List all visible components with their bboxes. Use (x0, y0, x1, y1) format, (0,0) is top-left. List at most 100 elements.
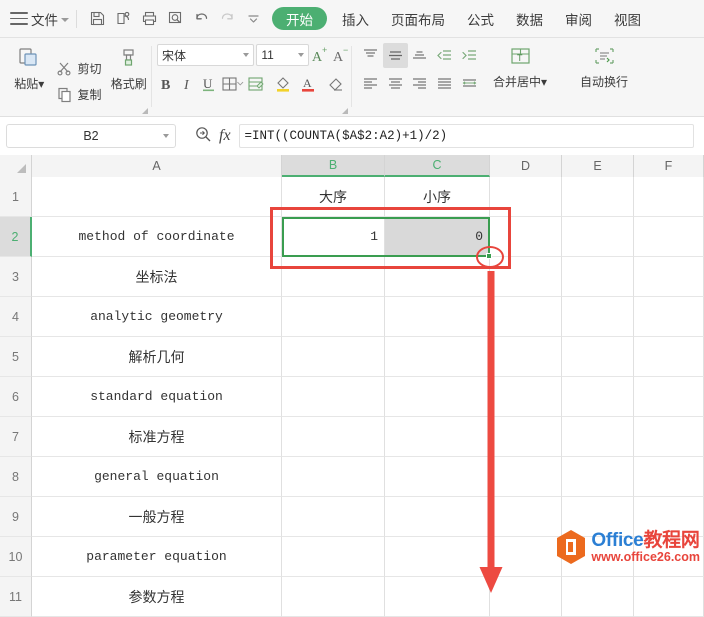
cell-F7[interactable] (634, 417, 704, 457)
search-formula-icon[interactable] (194, 125, 213, 147)
cell-F1[interactable] (634, 177, 704, 217)
cell-D5[interactable] (490, 337, 562, 377)
row-header-9[interactable]: 9 (0, 497, 32, 537)
cell-C5[interactable] (385, 337, 490, 377)
cell-A5[interactable]: 解析几何 (32, 337, 282, 377)
cell-A4[interactable]: analytic geometry (32, 297, 282, 337)
file-menu-button[interactable]: 文件 (31, 9, 58, 29)
print-icon[interactable] (136, 6, 162, 32)
distribute-button[interactable] (457, 71, 482, 96)
row-header-1[interactable]: 1 (0, 177, 32, 217)
cell-E7[interactable] (562, 417, 634, 457)
font-name-input[interactable]: 宋体 (157, 44, 255, 66)
file-menu-chevron-down-icon[interactable] (61, 17, 69, 22)
cell-style-button[interactable] (246, 72, 273, 97)
cell-B6[interactable] (282, 377, 385, 417)
name-box[interactable]: B2 (6, 124, 176, 148)
tab-review[interactable]: 审阅 (554, 6, 603, 32)
cell-E8[interactable] (562, 457, 634, 497)
font-size-input[interactable]: 11 (256, 44, 310, 66)
cell-F4[interactable] (634, 297, 704, 337)
cell-D2[interactable] (490, 217, 562, 257)
cell-F2[interactable] (634, 217, 704, 257)
tab-start[interactable]: 开始 (272, 7, 327, 30)
cell-E1[interactable] (562, 177, 634, 217)
shrink-font-icon[interactable]: A − (331, 43, 352, 68)
format-painter-button[interactable]: 格式刷 (106, 42, 152, 117)
cell-A1[interactable] (32, 177, 282, 217)
output-icon[interactable] (110, 6, 136, 32)
cell-C1[interactable]: 小序 (385, 177, 490, 217)
grow-font-icon[interactable]: A + (309, 43, 330, 68)
column-header-E[interactable]: E (562, 155, 634, 177)
cell-A2[interactable]: method of coordinate (32, 217, 282, 257)
tab-data[interactable]: 数据 (505, 6, 554, 32)
cell-E11[interactable] (562, 577, 634, 617)
cell-B4[interactable] (282, 297, 385, 337)
customize-chevron-icon[interactable] (240, 6, 266, 32)
cell-B11[interactable] (282, 577, 385, 617)
cell-F3[interactable] (634, 257, 704, 297)
tab-view[interactable]: 视图 (603, 6, 652, 32)
insert-function-icon[interactable]: fx (219, 127, 231, 145)
align-bottom-button[interactable] (408, 43, 433, 68)
align-top-button[interactable] (358, 43, 383, 68)
cell-D3[interactable] (490, 257, 562, 297)
increase-indent-button[interactable] (457, 43, 482, 68)
cell-B8[interactable] (282, 457, 385, 497)
cell-C8[interactable] (385, 457, 490, 497)
cell-F6[interactable] (634, 377, 704, 417)
save-icon[interactable] (84, 6, 110, 32)
cell-A8[interactable]: general equation (32, 457, 282, 497)
cell-E6[interactable] (562, 377, 634, 417)
cell-B7[interactable] (282, 417, 385, 457)
cell-E2[interactable] (562, 217, 634, 257)
align-left-button[interactable] (358, 71, 383, 96)
cell-A6[interactable]: standard equation (32, 377, 282, 417)
cell-D8[interactable] (490, 457, 562, 497)
tab-page-layout[interactable]: 页面布局 (380, 6, 456, 32)
cell-C11[interactable] (385, 577, 490, 617)
align-middle-button[interactable] (382, 42, 408, 68)
menu-hamburger-icon[interactable] (10, 12, 28, 25)
column-header-C[interactable]: C (385, 155, 490, 177)
fill-handle[interactable] (486, 253, 492, 259)
cell-B5[interactable] (282, 337, 385, 377)
cell-B3[interactable] (282, 257, 385, 297)
print-preview-icon[interactable] (162, 6, 188, 32)
column-header-D[interactable]: D (490, 155, 562, 177)
align-center-button[interactable] (383, 71, 408, 96)
italic-button[interactable]: I (178, 72, 199, 97)
clipboard-dialog-launcher[interactable] (141, 107, 148, 114)
merge-center-button[interactable]: T 合并居中▾ (482, 42, 558, 117)
row-header-10[interactable]: 10 (0, 537, 32, 577)
font-color-button[interactable]: A (299, 72, 326, 97)
row-header-11[interactable]: 11 (0, 577, 32, 617)
cell-D10[interactable] (490, 537, 562, 577)
column-header-B[interactable]: B (282, 155, 385, 177)
borders-button[interactable] (219, 72, 246, 97)
decrease-indent-button[interactable] (432, 43, 457, 68)
row-header-7[interactable]: 7 (0, 417, 32, 457)
bold-button[interactable]: B (157, 72, 178, 97)
row-header-8[interactable]: 8 (0, 457, 32, 497)
cell-B9[interactable] (282, 497, 385, 537)
row-header-5[interactable]: 5 (0, 337, 32, 377)
column-header-F[interactable]: F (634, 155, 704, 177)
row-header-2[interactable]: 2 (0, 217, 32, 257)
font-name-chevron-down-icon[interactable] (243, 53, 250, 57)
cell-C6[interactable] (385, 377, 490, 417)
row-header-6[interactable]: 6 (0, 377, 32, 417)
copy-button[interactable]: 复制 (52, 81, 105, 107)
cell-D11[interactable] (490, 577, 562, 617)
cell-A7[interactable]: 标准方程 (32, 417, 282, 457)
fill-color-button[interactable] (272, 72, 299, 97)
cell-C10[interactable] (385, 537, 490, 577)
cell-E3[interactable] (562, 257, 634, 297)
cell-B2[interactable]: 1 (282, 217, 385, 257)
column-header-A[interactable]: A (32, 155, 282, 177)
cell-C2[interactable]: 0 (385, 217, 490, 257)
cell-A3[interactable]: 坐标法 (32, 257, 282, 297)
cell-B1[interactable]: 大序 (282, 177, 385, 217)
cell-C9[interactable] (385, 497, 490, 537)
